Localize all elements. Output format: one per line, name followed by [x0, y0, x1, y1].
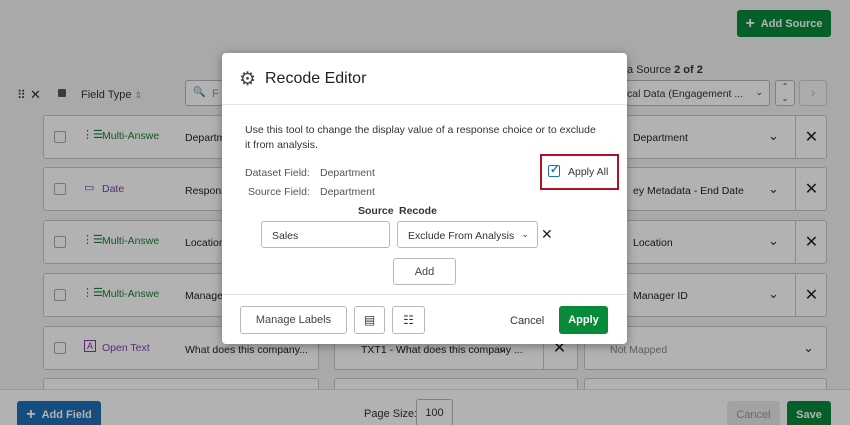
add-recode-button[interactable]: Add [393, 258, 456, 285]
cancel-button[interactable]: Cancel [510, 315, 544, 327]
dialog-description: Use this tool to change the display valu… [245, 124, 596, 151]
remove-recode-icon[interactable]: ✕ [541, 226, 553, 243]
edit-list-icon[interactable]: ☷ [392, 306, 425, 334]
chevron-down-icon: ⌄ [521, 229, 529, 239]
recode-column-header: Recode [399, 205, 437, 217]
recode-select[interactable]: Exclude From Analysis ⌄ [397, 221, 538, 248]
manage-labels-button[interactable]: Manage Labels [240, 306, 347, 334]
gear-icon: ⚙ [239, 69, 257, 90]
apply-button[interactable]: Apply [559, 306, 608, 334]
divider [222, 104, 627, 105]
source-field-value: Department [320, 186, 375, 198]
source-value-input[interactable]: Sales [261, 221, 390, 248]
dialog-title: Recode Editor [265, 70, 367, 87]
dataset-field-label: Dataset Field: [245, 167, 310, 179]
divider [222, 294, 627, 295]
apply-all-checkbox[interactable]: ✓ [548, 164, 560, 177]
source-column-header: Source [358, 205, 394, 217]
apply-all-label: Apply All [568, 166, 609, 178]
check-icon: ✓ [550, 164, 560, 176]
export-icon[interactable]: ▤ [354, 306, 385, 334]
dataset-field-value: Department [320, 167, 375, 179]
source-field-label: Source Field: [248, 186, 310, 198]
recode-editor-dialog: ⚙ Recode Editor Use this tool to change … [222, 53, 627, 344]
